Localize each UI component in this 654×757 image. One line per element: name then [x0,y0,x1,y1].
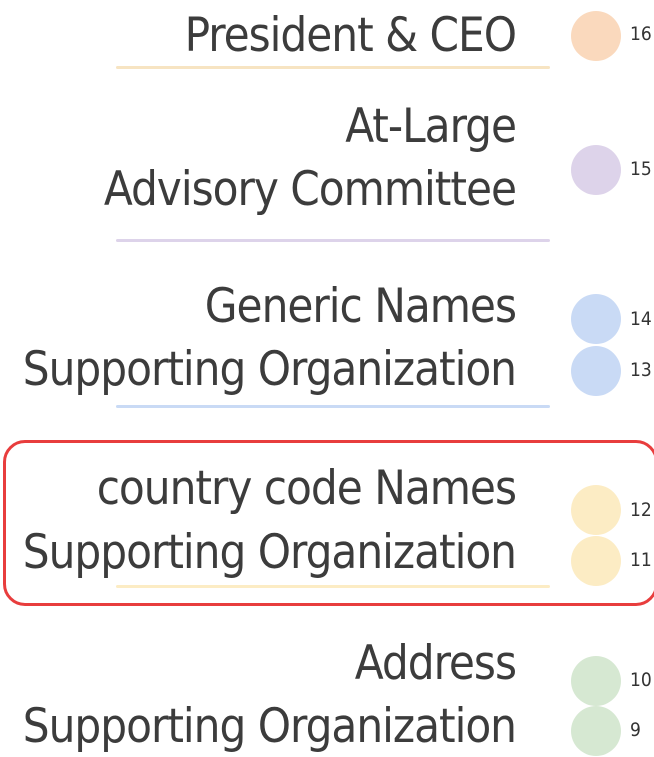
group-title-line: Address [354,636,517,691]
seat-14-dot[interactable] [571,294,621,344]
group-title-line: Generic Names [204,279,517,334]
seat-16-dot[interactable] [571,11,621,61]
seat-number: 12 [630,499,652,521]
seat-9-dot[interactable] [571,706,621,756]
seat-number: 15 [630,158,652,180]
group-title-line: At-Large [345,99,517,154]
seat-number: 14 [630,308,652,330]
group-divider [116,239,550,242]
seat-number: 13 [630,359,652,381]
group-title-line: Supporting Organization [22,342,517,397]
group-title-line: Supporting Organization [22,525,517,580]
seat-13-dot[interactable] [571,346,621,396]
seat-15-dot[interactable] [571,145,621,195]
seat-number: 16 [630,23,652,45]
board-seat-legend: President & CEO 16 At-Large Advisory Com… [0,0,654,757]
seat-number: 11 [630,549,652,571]
group-title-line: Advisory Committee [103,162,517,217]
group-divider [116,585,550,588]
seat-10-dot[interactable] [571,656,621,706]
seat-number: 9 [630,719,641,741]
seat-11-dot[interactable] [571,536,621,586]
seat-number: 10 [630,669,652,691]
group-title-line: Supporting Organization [22,699,517,754]
group-divider [116,405,550,408]
group-divider [116,66,550,69]
group-title-line: President & CEO [184,8,517,63]
seat-12-dot[interactable] [571,485,621,535]
group-title-line: country code Names [96,461,517,516]
